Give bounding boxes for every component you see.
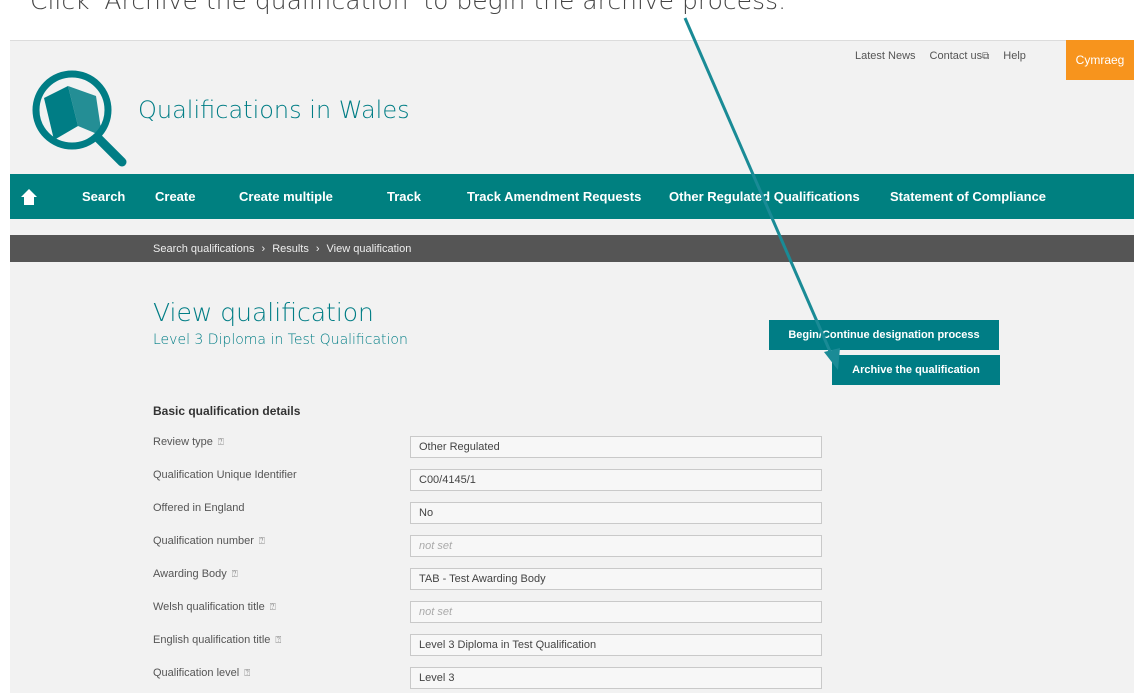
awarding-body-field[interactable]: TAB - Test Awarding Body [410,568,822,590]
offered-in-england-label: Offered in England [153,502,245,514]
row-label-text: Offered in England [153,502,245,514]
row-label-text: Qualification Unique Identifier [153,469,297,481]
review-type-field[interactable]: Other Regulated [410,436,822,458]
question-circle-icon[interactable]: ⍰ [275,635,281,646]
question-circle-icon[interactable]: ⍰ [244,668,250,679]
nav-create[interactable]: Create [155,174,195,219]
breadcrumb-results[interactable]: Results [272,243,309,255]
section-heading: Basic qualification details [153,404,301,418]
contact-us-link[interactable]: Contact us⧉ [930,50,990,62]
qualification-subtitle: Level 3 Diploma in Test Qualification [153,332,408,348]
question-circle-icon[interactable]: ⍰ [232,569,238,580]
qualification-number-label: Qualification number ⍰ [153,535,265,547]
row-label-text: Welsh qualification title [153,601,265,613]
review-type-label: Review type ⍰ [153,436,224,448]
nav-create-multiple[interactable]: Create multiple [239,174,333,219]
site-title[interactable]: Qualifications in Wales [138,96,410,124]
external-link-icon: ⧉ [982,51,990,62]
welsh-title-label: Welsh qualification title ⍰ [153,601,276,613]
unique-identifier-field[interactable]: C00/4145/1 [410,469,822,491]
contact-us-label: Contact us [929,50,983,62]
home-icon[interactable] [20,174,38,219]
breadcrumb-current: View qualification [326,242,412,255]
help-link[interactable]: Help [1003,50,1026,62]
nav-other-regulated-qualifications[interactable]: Other Regulated Qualifications [669,174,860,219]
row-label-text: Review type [153,436,213,448]
unique-identifier-label: Qualification Unique Identifier [153,469,297,481]
question-circle-icon[interactable]: ⍰ [270,602,276,613]
row-label-text: Qualification number [153,535,254,547]
qualification-level-field[interactable]: Level 3 [410,667,822,689]
latest-news-link[interactable]: Latest News [855,50,916,62]
row-label-text: Awarding Body [153,568,227,580]
qualifications-wales-logo-icon[interactable] [30,68,130,168]
archive-qualification-button[interactable]: Archive the qualification [832,355,1000,385]
breadcrumb-search-qualifications[interactable]: Search qualifications [153,243,255,255]
nav-statement-of-compliance[interactable]: Statement of Compliance [890,174,1046,219]
frame-divider [10,40,1134,41]
nav-search[interactable]: Search [82,174,125,219]
english-title-label: English qualification title ⍰ [153,634,281,646]
top-links: Latest News Contact us⧉ Help [855,50,1026,62]
designation-process-button[interactable]: Begin/Continue designation process [769,320,999,350]
instruction-text: Click 'Archive the qualification' to beg… [30,0,787,15]
question-circle-icon[interactable]: ⍰ [259,536,265,547]
breadcrumb-separator: › [261,242,266,255]
main-nav: Search Create Create multiple Track Trac… [10,174,1134,219]
offered-in-england-field[interactable]: No [410,502,822,524]
breadcrumb: Search qualifications › Results › View q… [153,243,411,255]
row-label-text: English qualification title [153,634,271,646]
row-label-text: Qualification level [153,667,240,679]
breadcrumb-separator: › [315,242,320,255]
qualification-number-field[interactable]: not set [410,535,822,557]
question-circle-icon[interactable]: ⍰ [218,437,224,448]
breadcrumb-bar: Search qualifications › Results › View q… [10,235,1134,262]
welsh-title-field[interactable]: not set [410,601,822,623]
language-toggle-button[interactable]: Cymraeg [1066,40,1134,80]
qualification-level-label: Qualification level ⍰ [153,667,250,679]
nav-track-amendment-requests[interactable]: Track Amendment Requests [467,174,641,219]
nav-track[interactable]: Track [387,174,421,219]
english-title-field[interactable]: Level 3 Diploma in Test Qualification [410,634,822,656]
page-title: View qualification [153,298,374,327]
awarding-body-label: Awarding Body ⍰ [153,568,238,580]
browser-page: Latest News Contact us⧉ Help Cymraeg Qua… [10,40,1134,693]
